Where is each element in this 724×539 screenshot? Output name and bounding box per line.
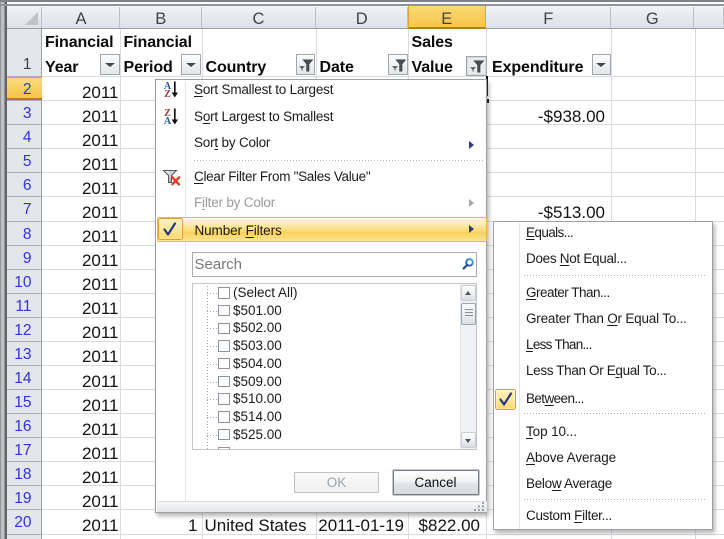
svg-text:Z: Z: [164, 89, 171, 98]
svg-text:A: A: [164, 116, 172, 125]
